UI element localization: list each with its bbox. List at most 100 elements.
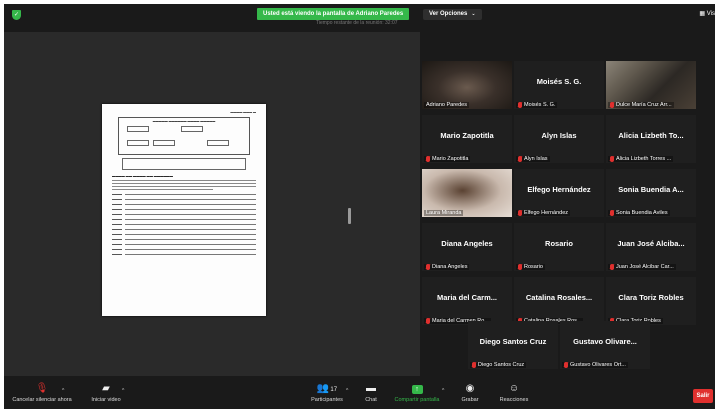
- reactions-label: Reacciones: [499, 397, 529, 403]
- participant-label: Gustavo Olivares Ort...: [562, 362, 628, 368]
- participant-name: Clara Toriz Robles: [618, 293, 684, 302]
- participant-tile[interactable]: Diana Angeles Diana Angeles: [422, 223, 512, 271]
- view-options-label: Ver Opciones: [429, 11, 468, 17]
- participant-name: Mario Zapotitla: [440, 131, 494, 140]
- participants-icon: 👥17: [316, 383, 338, 394]
- chat-label: Chat: [365, 397, 377, 403]
- audio-options-caret-icon[interactable]: ^: [62, 388, 64, 394]
- muted-mic-icon: [564, 362, 568, 368]
- participant-tile[interactable]: Dulce María Cruz Arr...: [606, 61, 696, 109]
- participant-gallery: Adriano Paredes Moisés S. G. Moisés S. G…: [422, 61, 710, 377]
- muted-mic-icon: [610, 210, 614, 216]
- share-options-caret-icon[interactable]: ^: [442, 388, 444, 394]
- chevron-down-icon: ⌄: [471, 11, 476, 17]
- participant-label: Alicia Lizbeth Torres ...: [608, 156, 674, 162]
- doc-exercise-items: [112, 193, 256, 255]
- doc-exercise-heading: ▬▬▬▬ ▬▬ ▬▬▬▬ ▬▬ ▬▬▬▬▬▬: [112, 174, 173, 178]
- doc-note-box: [122, 158, 246, 170]
- start-video-label: Iniciar video: [91, 397, 121, 403]
- shared-screen-area: ▬▬▬▬ ▬▬▬ ▬ ▬▬▬▬▬ ▬▬▬▬▬▬ ▬▬▬▬ ▬▬▬▬▬ ▬▬▬▬ …: [4, 32, 420, 376]
- security-shield-icon[interactable]: ✓: [12, 10, 21, 20]
- participant-name: Sonia Buendia A...: [618, 185, 684, 194]
- muted-mic-icon: [610, 156, 614, 162]
- meeting-time-remaining: Tiempo restante de la reunión: 32:07: [316, 20, 398, 26]
- view-options-button[interactable]: Ver Opciones ⌄: [423, 9, 482, 20]
- chat-button[interactable]: ▬ Chat: [356, 383, 386, 403]
- muted-mic-icon: [610, 264, 614, 270]
- muted-mic-icon: [426, 318, 430, 324]
- doc-page-header: ▬▬▬▬ ▬▬▬ ▬: [230, 110, 256, 114]
- share-screen-icon: ↑: [388, 383, 446, 395]
- participant-tile[interactable]: Alyn Islas Alyn Islas: [514, 115, 604, 163]
- splitter-handle[interactable]: [348, 208, 351, 224]
- record-icon: ◉: [465, 383, 475, 394]
- participants-caret-icon[interactable]: ^: [346, 388, 348, 394]
- record-button[interactable]: ◉ Grabar: [456, 383, 484, 403]
- unmute-label: Cancelar silenciar ahora: [12, 397, 72, 403]
- participant-tile[interactable]: Diego Santos Cruz Diego Santos Cruz: [468, 321, 558, 369]
- viewing-screen-banner: Usted está viendo la pantalla de Adriano…: [257, 8, 410, 20]
- participant-tile[interactable]: Maria del Carm... Maria del Carmen Ro...: [422, 277, 512, 325]
- participant-label: Elfego Hernández: [516, 210, 571, 216]
- participant-name: Catalina Rosales...: [525, 293, 593, 302]
- muted-mic-icon: [518, 156, 522, 162]
- grid-icon: ▦: [699, 11, 707, 17]
- participant-label: Laura Miranda: [424, 210, 464, 216]
- doc-figure-box: ▬▬▬▬▬ ▬▬▬▬▬▬ ▬▬▬▬ ▬▬▬▬▬: [118, 117, 250, 155]
- participant-name: Maria del Carm...: [436, 293, 498, 302]
- doc-instructions: [112, 180, 256, 190]
- muted-mic-icon: [426, 264, 430, 270]
- leave-meeting-button[interactable]: Salir: [693, 389, 713, 403]
- participant-label: Dulce María Cruz Arr...: [608, 102, 674, 108]
- participant-tile[interactable]: Catalina Rosales... Catalina Rosales Ros…: [514, 277, 604, 325]
- participant-tile[interactable]: Clara Toriz Robles Clara Toriz Robles: [606, 277, 696, 325]
- participant-label: Mario Zapotitla: [424, 156, 471, 162]
- participant-label: Diego Santos Cruz: [470, 362, 527, 368]
- shared-document-page: ▬▬▬▬ ▬▬▬ ▬ ▬▬▬▬▬ ▬▬▬▬▬▬ ▬▬▬▬ ▬▬▬▬▬ ▬▬▬▬ …: [102, 104, 266, 316]
- participant-tile[interactable]: Juan José Alciba... Juan José Alcibar Ca…: [606, 223, 696, 271]
- doc-figure-cell: [127, 140, 149, 146]
- participant-tile[interactable]: Alicia Lizbeth To... Alicia Lizbeth Torr…: [606, 115, 696, 163]
- participant-name: Rosario: [545, 239, 573, 248]
- participant-name: Juan José Alciba...: [617, 239, 685, 248]
- participant-tile[interactable]: Elfego Hernández Elfego Hernández: [514, 169, 604, 217]
- participant-tile[interactable]: Moisés S. G. Moisés S. G.: [514, 61, 604, 109]
- participant-name: Alicia Lizbeth To...: [618, 131, 684, 140]
- reactions-button[interactable]: ☺ Reacciones: [494, 383, 534, 403]
- participant-tile[interactable]: Sonia Buendia A... Sonia Buendia Aviles: [606, 169, 696, 217]
- muted-mic-icon: [610, 102, 614, 108]
- participant-label: Juan José Alcibar Car...: [608, 264, 676, 270]
- participant-name: Alyn Islas: [541, 131, 577, 140]
- participant-tile[interactable]: Gustavo Olivare... Gustavo Olivares Ort.…: [560, 321, 650, 369]
- participant-tile[interactable]: Rosario Rosario: [514, 223, 604, 271]
- participant-label: Sonia Buendia Aviles: [608, 210, 670, 216]
- video-options-caret-icon[interactable]: ^: [122, 388, 124, 394]
- participant-label: Alyn Islas: [516, 156, 550, 162]
- participant-label: Adriano Paredes: [424, 102, 469, 108]
- zoom-meeting-window: ✓ Usted está viendo la pantalla de Adria…: [4, 4, 715, 409]
- participant-name: Gustavo Olivare...: [573, 337, 637, 346]
- doc-figure-cell: [153, 140, 175, 146]
- participant-name: Elfego Hernández: [527, 185, 591, 194]
- participant-name: Diana Angeles: [441, 239, 493, 248]
- participant-tile[interactable]: Laura Miranda: [422, 169, 512, 217]
- reactions-icon: ☺: [508, 383, 520, 394]
- participant-label: Rosario: [516, 264, 545, 270]
- muted-mic-icon: [518, 264, 522, 270]
- doc-figure-cell: [207, 140, 229, 146]
- doc-figure-cell: [127, 126, 149, 132]
- muted-mic-icon: [518, 102, 522, 108]
- participant-label: Moisés S. G.: [516, 102, 558, 108]
- participant-name: Moisés S. G.: [536, 77, 582, 86]
- muted-mic-icon: [518, 210, 522, 216]
- doc-figure-title: ▬▬▬▬▬ ▬▬▬▬▬▬ ▬▬▬▬ ▬▬▬▬▬: [152, 119, 216, 123]
- gallery-view-button[interactable]: ▦ Vis: [699, 10, 715, 17]
- participants-button[interactable]: 👥17 Participantes: [302, 383, 352, 403]
- participant-tile[interactable]: Adriano Paredes: [422, 61, 512, 109]
- gallery-view-label: Vis: [706, 11, 715, 17]
- participants-count: 17: [330, 387, 338, 393]
- participant-tile[interactable]: Mario Zapotitla Mario Zapotitla: [422, 115, 512, 163]
- muted-mic-icon: [472, 362, 476, 368]
- meeting-toolbar: 🎙 Cancelar silenciar ahora ^ ▰ Iniciar v…: [4, 381, 715, 409]
- share-screen-button[interactable]: ↑ Compartir pantalla: [388, 383, 446, 403]
